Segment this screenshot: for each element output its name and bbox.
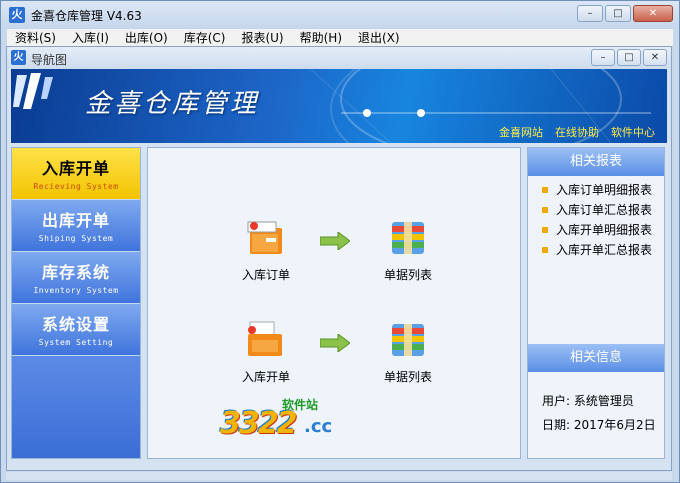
arrow-right-icon <box>320 232 350 250</box>
date-value: 2017年6月2日 <box>573 418 656 432</box>
report-link[interactable]: 入库订单明细报表 <box>542 180 652 200</box>
link-online-help[interactable]: 在线协助 <box>555 124 599 140</box>
nav-sublabel: Shiping System <box>38 234 114 243</box>
flow-label-inbound-receipt[interactable]: 入库开单 <box>226 368 306 385</box>
report-link[interactable]: 入库开单明细报表 <box>542 220 652 240</box>
menu-item-inbound[interactable]: 入库(I) <box>64 29 117 46</box>
watermark-cn-text: 软件站 <box>282 398 319 412</box>
brand-logo-icon <box>13 73 53 109</box>
window-title: 金喜仓库管理 V4.63 <box>31 9 142 23</box>
menu-item-exit[interactable]: 退出(X) <box>350 29 408 46</box>
nav-sublabel: Inventory System <box>33 286 119 295</box>
date-label: 日期: <box>542 418 571 432</box>
watermark-domain: .cc <box>304 416 333 437</box>
report-link[interactable]: 入库开单汇总报表 <box>542 240 652 260</box>
flow-label-document-list-2[interactable]: 单据列表 <box>368 368 448 385</box>
flow-label-document-list[interactable]: 单据列表 <box>368 266 448 283</box>
reports-list: 入库订单明细报表 入库订单汇总报表 入库开单明细报表 入库开单汇总报表 <box>542 180 652 260</box>
nav-label: 出库开单 <box>41 211 110 230</box>
nav-item-receiving[interactable]: 入库开单 Recieving System <box>12 148 140 200</box>
order-folder-icon[interactable] <box>244 220 288 258</box>
menu-bar: 资料(S) 入库(I) 出库(O) 库存(C) 报表(U) 帮助(H) 退出(X… <box>7 29 673 47</box>
menu-item-help[interactable]: 帮助(H) <box>292 29 350 46</box>
user-info: 用户: 系统管理员 <box>542 392 634 409</box>
menu-item-data[interactable]: 资料(S) <box>7 29 64 46</box>
workflow-panel: 入库订单 单据列表 入库开单 单据列表 3322 软件站 .cc <box>147 147 521 459</box>
reports-header: 相关报表 <box>528 148 664 176</box>
app-logo-icon: 火 <box>9 7 25 23</box>
nav-empty-area <box>12 356 140 458</box>
link-website[interactable]: 金喜网站 <box>499 124 543 140</box>
nav-label: 系统设置 <box>41 315 110 334</box>
banner: 金喜仓库管理 金喜网站 在线协助 软件中心 <box>11 69 667 143</box>
info-header: 相关信息 <box>528 344 664 372</box>
right-panel: 相关报表 入库订单明细报表 入库订单汇总报表 入库开单明细报表 入库开单汇总报表… <box>527 147 665 459</box>
nav-sublabel: Recieving System <box>33 182 119 191</box>
child-title-bar: 火 导航图 – □ ✕ <box>7 47 671 69</box>
title-bar: 火 金喜仓库管理 V4.63 – □ ✕ <box>1 1 679 29</box>
status-bar <box>6 472 672 480</box>
child-minimize-button[interactable]: – <box>591 49 615 66</box>
nav-label: 库存系统 <box>41 263 110 282</box>
user-label: 用户: <box>542 394 571 408</box>
nav-sublabel: System Setting <box>38 338 114 347</box>
nav-item-settings[interactable]: 系统设置 System Setting <box>12 304 140 356</box>
maximize-button[interactable]: □ <box>605 5 631 22</box>
left-navigation: 入库开单 Recieving System 出库开单 Shiping Syste… <box>11 147 141 459</box>
close-button[interactable]: ✕ <box>633 5 673 22</box>
flow-label-inbound-order[interactable]: 入库订单 <box>226 266 306 283</box>
menu-item-reports[interactable]: 报表(U) <box>233 29 291 46</box>
navigation-child-window: 火 导航图 – □ ✕ 金喜仓库管理 金喜网站 在线协助 软件中心 入库开单 R… <box>6 46 672 471</box>
report-link[interactable]: 入库订单汇总报表 <box>542 200 652 220</box>
child-maximize-button[interactable]: □ <box>617 49 641 66</box>
date-info: 日期: 2017年6月2日 <box>542 416 656 433</box>
minimize-button[interactable]: – <box>577 5 603 22</box>
nav-label: 入库开单 <box>41 159 110 178</box>
menu-item-stock[interactable]: 库存(C) <box>176 29 234 46</box>
receipt-printer-icon[interactable] <box>244 320 288 360</box>
arrow-right-icon <box>320 334 350 352</box>
child-window-title: 导航图 <box>31 53 68 67</box>
child-close-button[interactable]: ✕ <box>643 49 667 66</box>
child-logo-icon: 火 <box>11 50 26 65</box>
link-software-center[interactable]: 软件中心 <box>611 124 655 140</box>
document-list-icon[interactable] <box>388 218 428 258</box>
nav-item-shipping[interactable]: 出库开单 Shiping System <box>12 200 140 252</box>
nav-item-inventory[interactable]: 库存系统 Inventory System <box>12 252 140 304</box>
watermark-logo: 3322 软件站 .cc <box>220 394 352 446</box>
menu-item-outbound[interactable]: 出库(O) <box>117 29 176 46</box>
user-value: 系统管理员 <box>573 394 634 408</box>
document-list-icon[interactable] <box>388 320 428 360</box>
banner-title: 金喜仓库管理 <box>85 89 260 119</box>
